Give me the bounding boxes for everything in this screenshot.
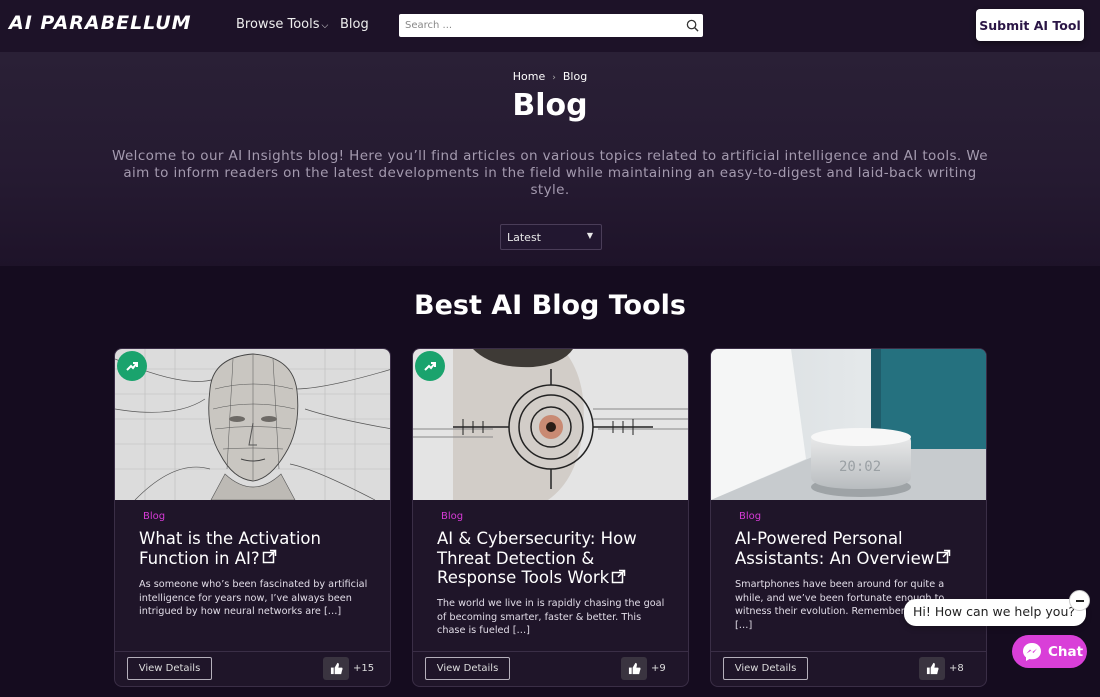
breadcrumb: Home › Blog: [0, 70, 1100, 83]
site-logo[interactable]: AI PARABELLUM: [9, 12, 192, 34]
section-title: Best AI Blog Tools: [414, 290, 686, 321]
card-title[interactable]: AI-Powered Personal Assistants: An Overv…: [735, 529, 975, 569]
card-divider: [115, 651, 390, 652]
chat-button[interactable]: Chat: [1012, 635, 1087, 668]
sort-select-value: Latest: [507, 231, 541, 244]
card-title-text[interactable]: AI & Cybersecurity: How Threat Detection…: [437, 529, 637, 587]
minimize-chat-icon[interactable]: [1069, 590, 1090, 611]
card-excerpt: The world we live in is rapidly chasing …: [437, 598, 665, 636]
card-title-text[interactable]: What is the Activation Function in AI?: [139, 529, 321, 568]
like-button[interactable]: [323, 657, 349, 680]
search-input[interactable]: [399, 14, 681, 37]
external-link-icon[interactable]: [936, 549, 951, 569]
top-navigation: AI PARABELLUM Browse Tools⌵ Blog Submit …: [0, 0, 1100, 52]
page-title: Blog: [512, 88, 588, 123]
chat-button-label: Chat: [1048, 643, 1084, 660]
card-excerpt: As someone who’s been fascinated by arti…: [139, 579, 368, 617]
card-divider: [711, 651, 986, 652]
view-details-button[interactable]: View Details: [127, 657, 212, 680]
chevron-down-icon: ⌵: [321, 21, 329, 31]
thumbs-up-icon: [628, 662, 641, 675]
nav-blog[interactable]: Blog: [340, 17, 369, 32]
external-link-icon[interactable]: [611, 569, 626, 589]
card-category[interactable]: Blog: [143, 511, 165, 522]
view-details-button[interactable]: View Details: [425, 657, 510, 680]
like-button[interactable]: [919, 657, 945, 680]
search-icon[interactable]: [681, 15, 703, 37]
blog-card: Blog AI & Cybersecurity: How Threat Dete…: [412, 348, 689, 687]
page-description: Welcome to our AI Insights blog! Here yo…: [112, 148, 988, 198]
sort-select[interactable]: Latest ▼: [500, 224, 602, 250]
blog-card: 20:02 Blog AI-Powered Personal Assistant…: [710, 348, 987, 687]
like-button[interactable]: [621, 657, 647, 680]
view-details-button[interactable]: View Details: [723, 657, 808, 680]
trending-badge: [415, 351, 445, 381]
card-image-eye-scan[interactable]: [413, 349, 688, 500]
card-category[interactable]: Blog: [739, 511, 761, 522]
messenger-icon: [1023, 642, 1041, 661]
trending-badge: [117, 351, 147, 381]
card-title[interactable]: AI & Cybersecurity: How Threat Detection…: [437, 529, 677, 588]
nav-browse-label: Browse Tools: [236, 17, 320, 32]
caret-down-icon: ▼: [586, 231, 593, 240]
trending-up-icon: [424, 362, 436, 371]
external-link-icon[interactable]: [262, 549, 277, 569]
card-image-wireframe-face[interactable]: [115, 349, 390, 500]
blog-card: Blog What is the Activation Function in …: [114, 348, 391, 687]
like-count: +15: [353, 663, 375, 674]
like-count: +9: [651, 663, 666, 674]
hero-section: Home › Blog Blog Welcome to our AI Insight…: [0, 52, 1100, 266]
breadcrumb-separator-icon: ›: [552, 73, 556, 83]
card-divider: [413, 651, 688, 652]
like-count: +8: [949, 663, 964, 674]
card-title[interactable]: What is the Activation Function in AI?: [139, 529, 379, 569]
card-category[interactable]: Blog: [441, 511, 463, 522]
chat-greeting-bubble[interactable]: Hi! How can we help you?: [904, 599, 1086, 626]
svg-text:20:02: 20:02: [839, 459, 881, 475]
card-title-text[interactable]: AI-Powered Personal Assistants: An Overv…: [735, 529, 934, 568]
breadcrumb-current: Blog: [562, 70, 588, 83]
card-image-smart-speaker[interactable]: 20:02: [711, 349, 986, 500]
breadcrumb-home[interactable]: Home: [513, 70, 545, 83]
search-bar: [399, 14, 703, 37]
submit-ai-tool-button[interactable]: Submit AI Tool: [976, 9, 1084, 41]
thumbs-up-icon: [926, 662, 939, 675]
trending-up-icon: [126, 362, 138, 371]
nav-browse-tools[interactable]: Browse Tools ⌵: [236, 17, 328, 32]
thumbs-up-icon: [330, 662, 343, 675]
